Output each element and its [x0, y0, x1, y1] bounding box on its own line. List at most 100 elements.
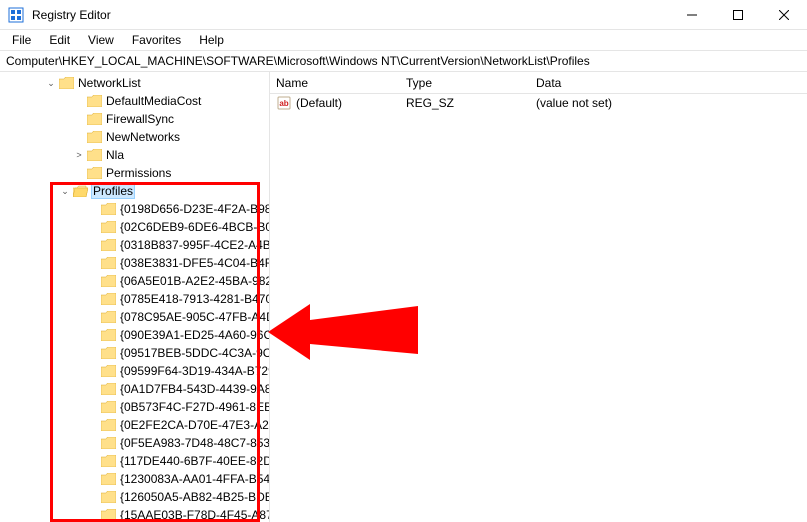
window-controls — [669, 0, 807, 29]
tree-item-profile-guid[interactable]: {117DE440-6B7F-40EE-82D4 — [0, 452, 269, 470]
tree-item-networklist[interactable]: ⌄ NetworkList — [0, 74, 269, 92]
value-data: (value not set) — [530, 96, 807, 110]
tree-pane[interactable]: ⌄ NetworkList DefaultMediaCost FirewallSy… — [0, 72, 270, 522]
chevron-right-icon[interactable] — [72, 130, 86, 144]
tree-label: FirewallSync — [106, 112, 174, 126]
expander-none — [86, 436, 100, 450]
tree-item-profile-guid[interactable]: {0B573F4C-F27D-4961-8EB3 — [0, 398, 269, 416]
tree-label: Profiles — [92, 184, 134, 198]
expander-none — [86, 418, 100, 432]
minimize-button[interactable] — [669, 0, 715, 29]
content-area: ⌄ NetworkList DefaultMediaCost FirewallSy… — [0, 72, 807, 522]
tree-item-profile-guid[interactable]: {15AAE03B-F78D-4F45-A870 — [0, 506, 269, 522]
tree-item-profile-guid[interactable]: {126050A5-AB82-4B25-BDB — [0, 488, 269, 506]
tree-item-profile-guid[interactable]: {09517BEB-5DDC-4C3A-9C3 — [0, 344, 269, 362]
tree-item-profile-guid[interactable]: {0F5EA983-7D48-48C7-8531 — [0, 434, 269, 452]
maximize-button[interactable] — [715, 0, 761, 29]
tree-label: {02C6DEB9-6DE6-4BCB-B0D — [120, 220, 269, 234]
expander-none — [86, 328, 100, 342]
tree-label: {117DE440-6B7F-40EE-82D4 — [120, 454, 269, 468]
expander-none — [86, 202, 100, 216]
expander-none — [86, 382, 100, 396]
value-type: REG_SZ — [400, 96, 530, 110]
tree-item-profile-guid[interactable]: {02C6DEB9-6DE6-4BCB-B0D — [0, 218, 269, 236]
tree-label: NetworkList — [78, 76, 141, 90]
regedit-icon — [8, 7, 24, 23]
tree-item-profile-guid[interactable]: {0198D656-D23E-4F2A-B988 — [0, 200, 269, 218]
chevron-right-icon[interactable] — [72, 94, 86, 108]
tree-item-profile-guid[interactable]: {078C95AE-905C-47FB-A4D — [0, 308, 269, 326]
tree-label: {0F5EA983-7D48-48C7-8531 — [120, 436, 269, 450]
folder-open-icon — [72, 184, 88, 198]
address-text: Computer\HKEY_LOCAL_MACHINE\SOFTWARE\Mic… — [6, 54, 590, 68]
tree-label: {15AAE03B-F78D-4F45-A870 — [120, 508, 269, 522]
tree-item-profile-guid[interactable]: {0785E418-7913-4281-B470- — [0, 290, 269, 308]
col-header-type[interactable]: Type — [400, 72, 530, 93]
tree-item[interactable]: NewNetworks — [0, 128, 269, 146]
folder-icon — [86, 112, 102, 126]
folder-icon — [100, 400, 116, 414]
expander-none — [86, 454, 100, 468]
address-bar[interactable]: Computer\HKEY_LOCAL_MACHINE\SOFTWARE\Mic… — [0, 50, 807, 72]
expander-none — [86, 310, 100, 324]
folder-icon — [100, 310, 116, 324]
chevron-right-icon[interactable] — [72, 166, 86, 180]
tree-item-profile-guid[interactable]: {0E2FE2CA-D70E-47E3-A261 — [0, 416, 269, 434]
folder-icon — [86, 130, 102, 144]
tree-item-profile-guid[interactable]: {06A5E01B-A2E2-45BA-9824 — [0, 272, 269, 290]
string-value-icon: ab — [276, 95, 292, 111]
menu-help[interactable]: Help — [191, 31, 232, 49]
tree-label: {09599F64-3D19-434A-B729 — [120, 364, 269, 378]
folder-icon — [100, 328, 116, 342]
menu-edit[interactable]: Edit — [41, 31, 78, 49]
col-header-data[interactable]: Data — [530, 72, 807, 93]
folder-icon — [100, 454, 116, 468]
folder-icon — [100, 202, 116, 216]
menu-file[interactable]: File — [4, 31, 39, 49]
tree-label: {0A1D7FB4-543D-4439-9A88 — [120, 382, 269, 396]
tree-label: {0785E418-7913-4281-B470- — [120, 292, 269, 306]
tree-item[interactable]: Permissions — [0, 164, 269, 182]
tree-label: {06A5E01B-A2E2-45BA-9824 — [120, 274, 269, 288]
tree-item[interactable]: DefaultMediaCost — [0, 92, 269, 110]
close-button[interactable] — [761, 0, 807, 29]
folder-icon — [100, 418, 116, 432]
list-row[interactable]: ab (Default) REG_SZ(value not set) — [270, 94, 807, 112]
tree-label: {0198D656-D23E-4F2A-B988 — [120, 202, 269, 216]
chevron-down-icon[interactable]: ⌄ — [58, 184, 72, 198]
tree-item[interactable]: > Nla — [0, 146, 269, 164]
expander-none — [86, 400, 100, 414]
tree-item-profile-guid[interactable]: {1230083A-AA01-4FFA-B549 — [0, 470, 269, 488]
tree-label: Permissions — [106, 166, 171, 180]
tree-item-profiles[interactable]: ⌄ Profiles — [0, 182, 269, 200]
expander-none — [86, 292, 100, 306]
value-name: (Default) — [296, 96, 342, 110]
tree-item[interactable]: FirewallSync — [0, 110, 269, 128]
expander-none — [86, 220, 100, 234]
titlebar: Registry Editor — [0, 0, 807, 30]
tree-item-profile-guid[interactable]: {038E3831-DFE5-4C04-B4FB — [0, 254, 269, 272]
tree-item-profile-guid[interactable]: {09599F64-3D19-434A-B729 — [0, 362, 269, 380]
tree-item-profile-guid[interactable]: {0A1D7FB4-543D-4439-9A88 — [0, 380, 269, 398]
tree-label: Nla — [106, 148, 124, 162]
expander-none — [86, 256, 100, 270]
folder-icon — [86, 148, 102, 162]
tree-item-profile-guid[interactable]: {0318B837-995F-4CE2-A4BA — [0, 236, 269, 254]
tree-label: {09517BEB-5DDC-4C3A-9C3 — [120, 346, 269, 360]
folder-icon — [100, 436, 116, 450]
folder-icon — [58, 76, 74, 90]
tree-label: {078C95AE-905C-47FB-A4D — [120, 310, 269, 324]
folder-icon — [100, 220, 116, 234]
tree-item-profile-guid[interactable]: {090E39A1-ED25-4A60-96C0 — [0, 326, 269, 344]
menu-favorites[interactable]: Favorites — [124, 31, 189, 49]
col-header-name[interactable]: Name — [270, 72, 400, 93]
chevron-right-icon[interactable]: > — [72, 148, 86, 162]
tree-label: {1230083A-AA01-4FFA-B549 — [120, 472, 269, 486]
chevron-down-icon[interactable]: ⌄ — [44, 76, 58, 90]
chevron-right-icon[interactable] — [72, 112, 86, 126]
list-pane[interactable]: Name Type Data ab (Default) REG_SZ(value n… — [270, 72, 807, 522]
expander-none — [86, 238, 100, 252]
folder-icon — [100, 364, 116, 378]
folder-icon — [86, 166, 102, 180]
menu-view[interactable]: View — [80, 31, 122, 49]
